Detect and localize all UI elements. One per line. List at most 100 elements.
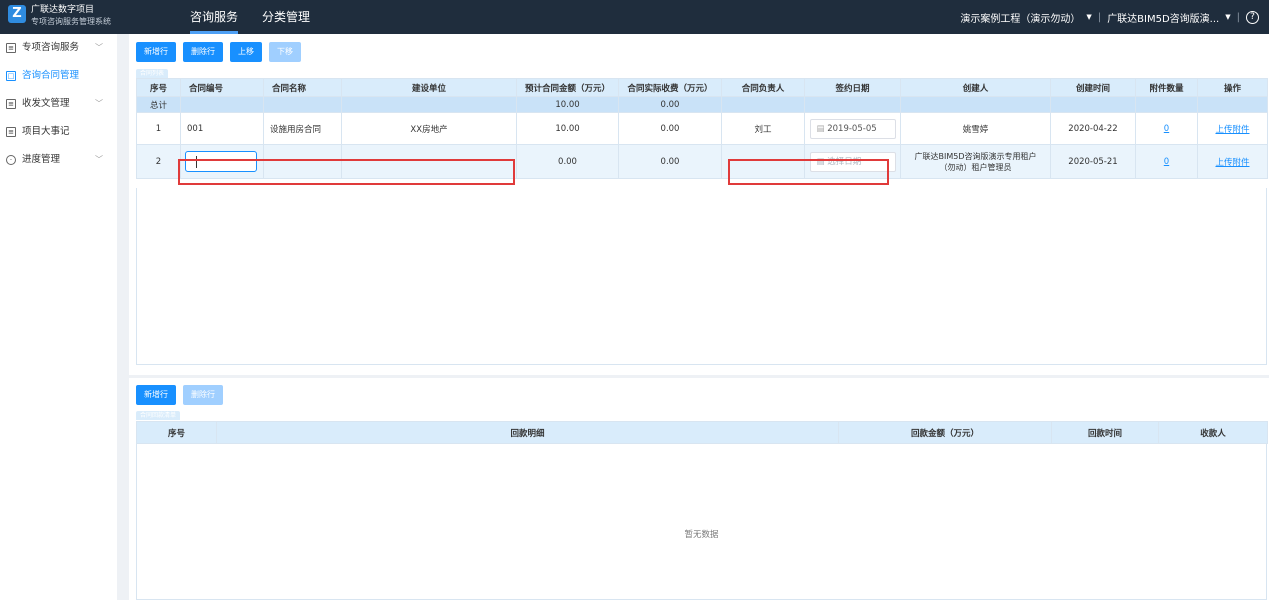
contract-toolbar: 新增行 删除行 上移 下移 [136,42,301,62]
notes-icon: ≡ [6,127,16,137]
column-header: 合同编号 [180,78,264,97]
header-right: 演示案例工程（演示勿动） ▼ | 广联达BIM5D咨询版演... ▼ | ? [960,0,1259,34]
created-at-cell: 2020-04-22 [1050,112,1136,145]
estimated-amount-cell[interactable]: 0.00 [516,144,619,179]
help-icon[interactable]: ? [1246,10,1259,24]
actual-fee-cell[interactable]: 0.00 [618,112,722,145]
header-separator: | [1236,11,1240,23]
manager-cell[interactable]: 刘工 [721,112,805,145]
app-logo[interactable]: Z [8,5,26,23]
creator-cell: 姚雪婷 [900,112,1051,145]
column-header: 建设单位 [341,78,517,97]
add-row-button[interactable]: 新增行 [136,42,176,62]
move-down-button[interactable]: 下移 [269,42,301,62]
highlight-box-contract-fields [178,159,515,185]
table-header-row: 序号 合同编号 合同名称 建设单位 预计合同金额（万元） 合同实际收费（万元） … [136,78,1268,97]
nav-consulting-service[interactable]: 咨询服务 [190,0,239,34]
column-header: 预计合同金额（万元） [516,78,619,97]
empty-state-text: 暂无数据 [684,530,719,540]
payment-toolbar: 新增行 删除行 [136,385,223,405]
column-header: 序号 [136,421,217,444]
sidebar-item-project-events[interactable]: ≡ 项目大事记 [0,118,117,146]
sidebar-item-label: 进度管理 [22,154,61,165]
payment-table: 序号 回款明细 回款金额（万元） 回款时间 收款人 [136,421,1268,444]
total-row: 总计 10.00 0.00 [136,96,1268,113]
section-divider [129,375,1269,378]
chevron-down-icon: ﹀ [95,99,103,108]
actual-fee-cell[interactable]: 0.00 [618,144,722,179]
clock-icon: · [6,155,16,165]
column-header: 操作 [1197,78,1268,97]
sidebar-item-contract-management[interactable]: □ 咨询合同管理 [0,62,117,90]
nav-category-management[interactable]: 分类管理 [262,0,310,34]
estimated-amount-cell[interactable]: 10.00 [516,112,619,145]
sidebar-item-progress-management[interactable]: · 进度管理 ﹀ [0,146,117,174]
column-header: 回款金额（万元） [838,421,1052,444]
creator-line-1: 广联达BIM5D咨询版演示专用租户 [914,151,1037,161]
column-header: 回款明细 [216,421,839,444]
table-header-row: 序号 回款明细 回款金额（万元） 回款时间 收款人 [136,421,1268,444]
chevron-down-icon: ﹀ [95,155,103,164]
contract-no-cell[interactable]: 001 [180,112,264,145]
row-index: 1 [136,112,181,145]
column-header: 创建人 [900,78,1051,97]
upload-attachment-link[interactable]: 上传附件 [1215,125,1249,135]
contract-list-caption: 合同列表 [136,69,169,78]
sidebar: ≡ 专项咨询服务 ﹀ □ 咨询合同管理 ≡ 收发文管理 ﹀ ≡ 项目大事记 · … [0,34,123,600]
header-separator: | [1097,11,1102,23]
folder-icon: ≡ [6,99,16,109]
total-label: 总计 [136,96,181,113]
total-estimated-amount: 10.00 [516,96,619,113]
sign-date-value: 2019-05-05 [827,123,877,134]
brand-line-2: 专项咨询服务管理系统 [31,17,111,26]
top-header: Z 广联达数字项目 专项咨询服务管理系统 咨询服务 分类管理 演示案例工程（演示… [0,0,1269,34]
column-header: 创建时间 [1050,78,1136,97]
contract-table-body-area [136,188,1267,365]
main-content: 新增行 删除行 上移 下移 合同列表 序号 合同编号 合同名称 建设单位 预计合… [129,34,1269,600]
sidebar-item-label: 收发文管理 [22,98,70,109]
highlight-box-manager-date [728,159,889,185]
column-header: 序号 [136,78,181,97]
payment-list-caption: 合同回款清单 [136,411,181,420]
total-actual-fee: 0.00 [618,96,722,113]
row-index: 2 [136,144,181,179]
delete-row-button[interactable]: 删除行 [183,385,223,405]
creator-line-2: （勿动）租户管理员 [939,162,1012,172]
column-header: 附件数量 [1135,78,1198,97]
column-header: 回款时间 [1051,421,1159,444]
document-icon: ≡ [6,43,16,53]
column-header: 合同名称 [263,78,342,97]
sidebar-item-consulting-service[interactable]: ≡ 专项咨询服务 ﹀ [0,34,117,62]
delete-row-button[interactable]: 删除行 [183,42,223,62]
sidebar-item-label: 咨询合同管理 [22,70,80,81]
column-header: 收款人 [1158,421,1268,444]
chevron-down-icon[interactable]: ▼ [1225,13,1230,21]
payment-empty-area: 暂无数据 [136,443,1267,600]
calendar-icon: ▤ [816,123,828,134]
upload-attachment-link[interactable]: 上传附件 [1215,158,1249,168]
created-at-cell: 2020-05-21 [1050,144,1136,179]
contract-name-cell[interactable]: 设施用房合同 [263,112,342,145]
brand-line-1: 广联达数字项目 [31,5,95,15]
top-nav: 咨询服务 分类管理 [190,0,334,34]
contract-icon: □ [6,71,16,81]
chevron-down-icon[interactable]: ▼ [1086,13,1091,21]
sign-date-input[interactable]: ▤ 2019-05-05 [809,118,896,139]
chevron-down-icon: ﹀ [95,43,103,52]
creator-cell: 广联达BIM5D咨询版演示专用租户 （勿动）租户管理员 [900,144,1051,179]
column-header: 签约日期 [804,78,901,97]
sidebar-item-document-management[interactable]: ≡ 收发文管理 ﹀ [0,90,117,118]
add-row-button[interactable]: 新增行 [136,385,176,405]
account-selector[interactable]: 广联达BIM5D咨询版演... [1107,10,1219,25]
move-up-button[interactable]: 上移 [230,42,262,62]
attachment-count-link[interactable]: 0 [1164,124,1169,134]
project-selector[interactable]: 演示案例工程（演示勿动） [960,10,1080,25]
sidebar-item-label: 项目大事记 [22,126,70,137]
column-header: 合同负责人 [721,78,805,97]
attachment-count-link[interactable]: 0 [1164,157,1169,167]
brand-title: 广联达数字项目 专项咨询服务管理系统 [31,5,111,27]
sidebar-item-label: 专项咨询服务 [22,42,80,53]
column-header: 合同实际收费（万元） [618,78,722,97]
table-row[interactable]: 1 001 设施用房合同 XX房地产 10.00 0.00 刘工 ▤ 2019-… [136,112,1268,145]
construction-unit-cell[interactable]: XX房地产 [341,112,517,145]
